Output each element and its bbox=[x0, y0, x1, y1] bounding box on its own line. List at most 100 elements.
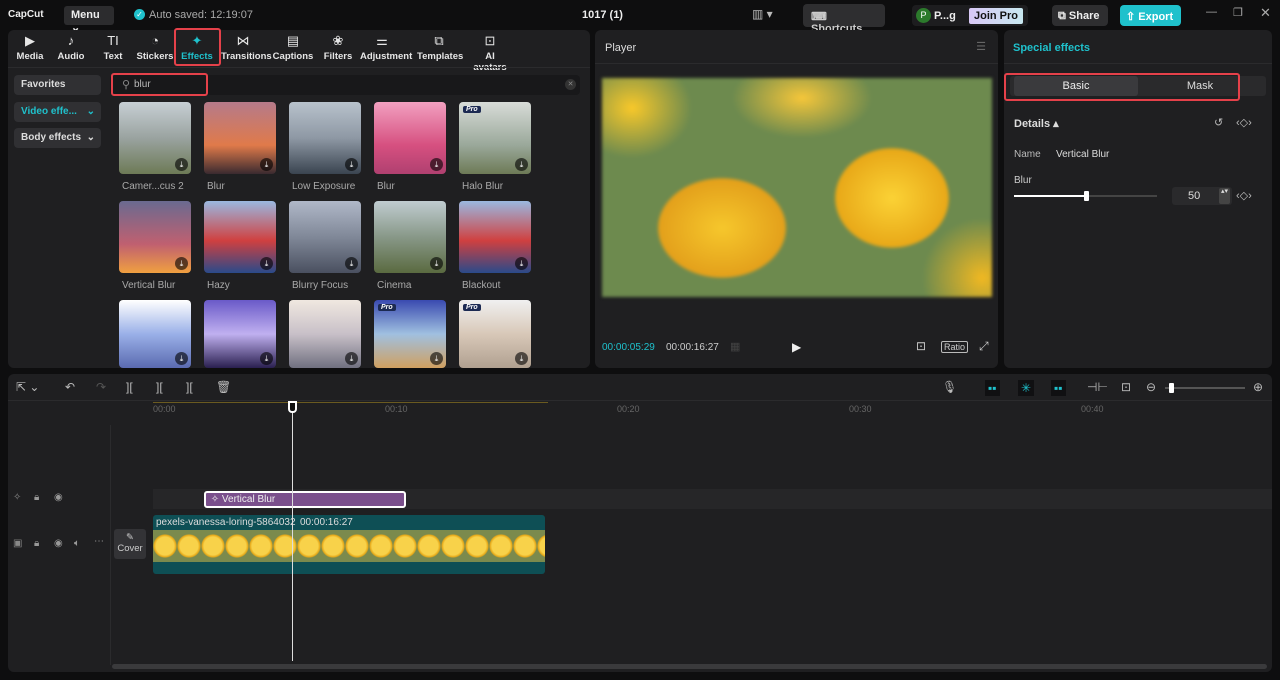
tab-audio[interactable]: ♪ Audio bbox=[49, 34, 93, 63]
export-button[interactable]: ⇧ Export bbox=[1120, 5, 1181, 26]
select-tool-icon[interactable]: ⇱ ⌄ bbox=[16, 380, 39, 394]
download-icon[interactable]: ⤓ bbox=[175, 352, 188, 365]
download-icon[interactable]: ⤓ bbox=[175, 257, 188, 270]
eye-icon[interactable]: ◉ bbox=[54, 538, 63, 549]
player-menu-icon[interactable]: ☰ bbox=[976, 40, 986, 53]
blur-value-input[interactable]: 50 ▴▾ bbox=[1172, 187, 1232, 205]
effect-card[interactable]: ⤓ bbox=[204, 300, 276, 368]
ruler-tick: 00:20 bbox=[617, 404, 640, 414]
tab-templates[interactable]: ⧉ Templates bbox=[417, 34, 463, 63]
effect-clip[interactable]: ✧ Vertical Blur bbox=[203, 491, 406, 508]
tab-captions[interactable]: ▤ Captions bbox=[271, 34, 315, 63]
blur-slider[interactable] bbox=[1014, 191, 1157, 201]
avatar[interactable]: P bbox=[916, 8, 931, 23]
download-icon[interactable]: ⤓ bbox=[260, 352, 273, 365]
user-area[interactable]: P P...g Join Pro bbox=[912, 5, 1028, 26]
eye-icon[interactable]: ◉ bbox=[54, 492, 63, 503]
audio-mute-icon[interactable]: 🔈︎ bbox=[74, 538, 80, 549]
effect-card[interactable]: ⤓ bbox=[119, 102, 191, 174]
zoom-slider[interactable] bbox=[1165, 383, 1245, 393]
download-icon[interactable]: ⤓ bbox=[260, 257, 273, 270]
undo-icon[interactable]: ↶ bbox=[65, 380, 75, 394]
ratio-button[interactable]: Ratio bbox=[941, 341, 969, 353]
tab-adjustment[interactable]: ⚌ Adjustment bbox=[360, 34, 412, 63]
keyframe-icon[interactable]: ‹◇› bbox=[1236, 116, 1252, 129]
zoom-slider-handle[interactable] bbox=[1169, 383, 1174, 393]
tab-media[interactable]: ▶ Media bbox=[8, 34, 52, 63]
effect-card[interactable]: ⤓ bbox=[119, 201, 191, 273]
cover-button[interactable]: ✎ Cover bbox=[114, 529, 146, 559]
close-icon[interactable]: ✕ bbox=[1260, 5, 1271, 21]
download-icon[interactable]: ⤓ bbox=[260, 158, 273, 171]
main-track-magnet-icon[interactable]: ▪▪ bbox=[985, 380, 1000, 396]
sidebar-favorites[interactable]: Favorites bbox=[14, 75, 101, 95]
download-icon[interactable]: ⤓ bbox=[430, 257, 443, 270]
preview-axis-icon[interactable]: ⊣⊢ bbox=[1087, 380, 1108, 394]
linkage-icon[interactable]: ▪▪ bbox=[1051, 380, 1066, 396]
blur-keyframe-icon[interactable]: ‹◇› bbox=[1236, 189, 1252, 202]
zoom-fit-icon[interactable]: ⊡ bbox=[1121, 380, 1131, 394]
video-preview[interactable] bbox=[602, 78, 992, 297]
effect-card[interactable]: ⤓ bbox=[204, 102, 276, 174]
tab-transitions[interactable]: ⋈ Transitions bbox=[221, 34, 272, 63]
split-left-icon[interactable]: ][ bbox=[156, 380, 163, 394]
playhead-handle[interactable] bbox=[287, 401, 297, 413]
video-clip[interactable]: pexels-vanessa-loring-5864032 00:00:16:2… bbox=[153, 515, 546, 574]
stepper-icon[interactable]: ▴▾ bbox=[1219, 188, 1230, 204]
sidebar-video-effects[interactable]: Video effe... ⌄ bbox=[14, 102, 101, 122]
blur-slider-handle[interactable] bbox=[1083, 191, 1089, 201]
download-icon[interactable]: ⤓ bbox=[345, 158, 358, 171]
effect-card[interactable]: ⤓ bbox=[289, 300, 361, 368]
effect-card[interactable]: ⤓ bbox=[204, 201, 276, 273]
playhead[interactable] bbox=[287, 401, 297, 661]
more-icon[interactable]: ⋯ bbox=[94, 536, 104, 547]
microphone-icon[interactable]: 🎙 bbox=[942, 380, 957, 394]
download-icon[interactable]: ⤓ bbox=[515, 352, 528, 365]
tab-stickers[interactable]: ◔ Stickers bbox=[133, 34, 177, 63]
timecode-grid-icon[interactable]: ▦ bbox=[730, 340, 740, 353]
split-icon[interactable]: ][ bbox=[126, 380, 133, 394]
effect-card[interactable]: ⤓ bbox=[459, 201, 531, 273]
effect-card[interactable]: Pro ⤓ bbox=[459, 102, 531, 174]
play-icon[interactable]: ▶ bbox=[792, 340, 801, 354]
details-heading[interactable]: Details ▴ bbox=[1014, 117, 1059, 130]
download-icon[interactable]: ⤓ bbox=[515, 257, 528, 270]
fullscreen-icon[interactable]: ⤢ bbox=[979, 339, 989, 354]
share-button[interactable]: ⧉ Share bbox=[1052, 5, 1108, 26]
download-icon[interactable]: ⤓ bbox=[345, 257, 358, 270]
shortcuts-button[interactable]: ⌨ Shortcuts bbox=[803, 4, 885, 35]
effect-card[interactable]: ⤓ bbox=[289, 102, 361, 174]
effect-card[interactable]: ⤓ bbox=[119, 300, 191, 368]
split-right-icon[interactable]: ][ bbox=[186, 380, 193, 394]
delete-icon[interactable]: 🗑 bbox=[216, 380, 231, 394]
layout-icon[interactable]: ▥ ▾ bbox=[752, 7, 773, 21]
tab-filters[interactable]: ❀ Filters bbox=[316, 34, 360, 63]
horizontal-scrollbar[interactable] bbox=[112, 664, 1267, 669]
effect-card[interactable]: ⤓ bbox=[289, 201, 361, 273]
zoom-out-icon[interactable]: ⊖ bbox=[1146, 380, 1156, 394]
minimize-icon[interactable]: — bbox=[1206, 6, 1217, 18]
download-icon[interactable]: ⤓ bbox=[430, 158, 443, 171]
reset-icon[interactable]: ↺ bbox=[1214, 116, 1223, 129]
join-pro-button[interactable]: Join Pro bbox=[969, 8, 1024, 24]
effect-card[interactable]: Pro ⤓ bbox=[459, 300, 531, 368]
auto-snap-icon[interactable]: ✳ bbox=[1018, 380, 1035, 396]
zoom-in-icon[interactable]: ⊕ bbox=[1253, 380, 1263, 394]
lock-icon[interactable]: 🔒︎ bbox=[34, 492, 39, 503]
clear-search-icon[interactable]: ✕ bbox=[565, 79, 576, 90]
download-icon[interactable]: ⤓ bbox=[345, 352, 358, 365]
download-icon[interactable]: ⤓ bbox=[175, 158, 188, 171]
effect-card[interactable]: ⤓ bbox=[374, 102, 446, 174]
sidebar-body-effects[interactable]: Body effects ⌄ bbox=[14, 128, 101, 148]
tab-text[interactable]: TI Text bbox=[91, 34, 135, 63]
download-icon[interactable]: ⤓ bbox=[430, 352, 443, 365]
restore-icon[interactable]: ❐ bbox=[1233, 6, 1243, 19]
lock-icon[interactable]: 🔒︎ bbox=[34, 538, 39, 549]
effect-card[interactable]: Pro ⤓ bbox=[374, 300, 446, 368]
effect-name: Halo Blur bbox=[462, 181, 504, 192]
effect-card[interactable]: ⤓ bbox=[374, 201, 446, 273]
download-icon[interactable]: ⤓ bbox=[515, 158, 528, 171]
menu-button[interactable]: Menu ⌄ bbox=[64, 6, 114, 34]
fullscreen-crop-icon[interactable]: ⊡ bbox=[916, 339, 926, 353]
redo-icon[interactable]: ↷ bbox=[96, 380, 106, 394]
